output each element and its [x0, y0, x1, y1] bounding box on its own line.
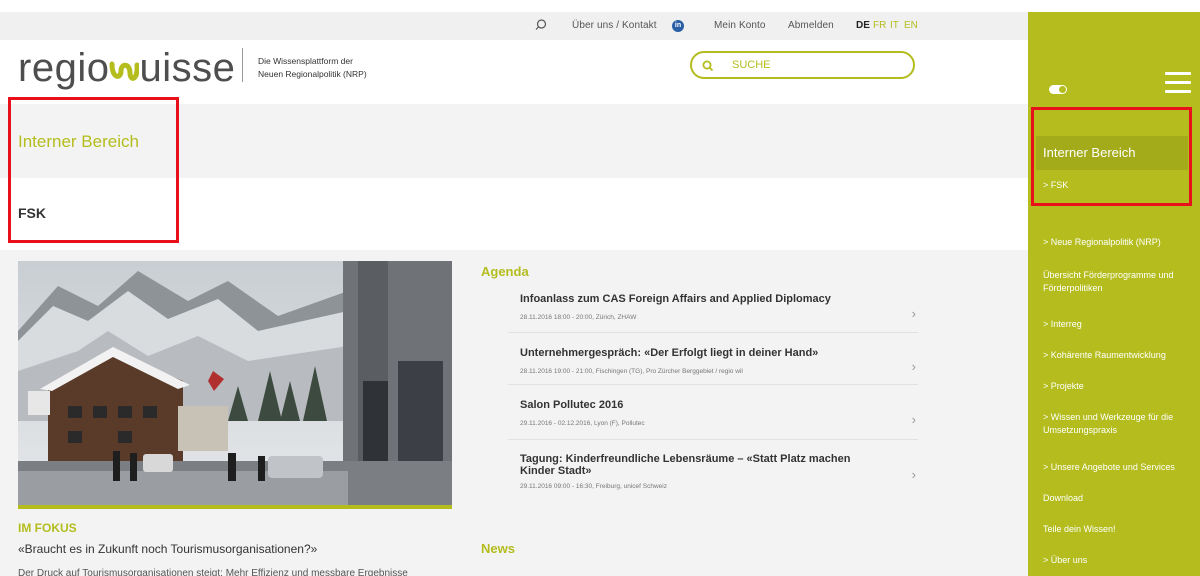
village-winter-photo [18, 261, 452, 505]
featured-photo[interactable] [18, 261, 452, 505]
agenda-item[interactable]: Infoanlass zum CAS Foreign Affairs and A… [508, 288, 918, 333]
highlight-box-right [1031, 107, 1192, 206]
agenda-item[interactable]: Tagung: Kinderfreundliche Lebensräume – … [508, 440, 918, 508]
lang-de[interactable]: DE [856, 20, 870, 31]
toggle-switch-icon[interactable] [1049, 85, 1067, 94]
agenda-item[interactable]: Unternehmergespräch: «Der Erfolgt liegt … [508, 333, 918, 385]
agenda-list: Infoanlass zum CAS Foreign Affairs and A… [508, 288, 918, 508]
site-logo[interactable]: regio uisse [18, 46, 235, 91]
nav-link-nrp[interactable]: > Neue Regionalpolitik (NRP) [1043, 236, 1161, 249]
nav-link-spatial-development[interactable]: > Kohärente Raumentwicklung [1043, 349, 1166, 362]
lang-it[interactable]: IT [890, 20, 899, 31]
chevron-right-icon: › [911, 467, 916, 482]
linkedin-icon[interactable]: in [672, 20, 684, 32]
menu-icon[interactable] [1165, 72, 1191, 96]
agenda-item-title: Salon Pollutec 2016 [520, 399, 624, 411]
logo-text-uisse: uisse [139, 46, 236, 90]
logout-link[interactable]: Abmelden [788, 20, 834, 31]
search-box[interactable] [690, 51, 915, 79]
chevron-right-icon: › [911, 359, 916, 374]
highlight-box-left [8, 97, 179, 243]
logo-divider [242, 48, 243, 82]
nav-link-projects[interactable]: > Projekte [1043, 380, 1084, 393]
tagline-line-2: Neuen Regionalpolitik (NRP) [258, 69, 367, 79]
tagline: Die Wissensplattform der Neuen Regionalp… [258, 55, 367, 81]
search-input[interactable] [732, 57, 902, 73]
lang-fr[interactable]: FR [873, 20, 886, 31]
nav-link-overview[interactable]: Übersicht Förderprogramme und Förderpoli… [1043, 269, 1193, 295]
my-account-link[interactable]: Mein Konto [714, 20, 766, 31]
logo-mark-icon [109, 61, 140, 81]
nav-link-about[interactable]: > Über uns [1043, 554, 1087, 567]
nav-link-download[interactable]: Download [1043, 492, 1083, 505]
focus-title[interactable]: «Braucht es in Zukunft noch Tourismusorg… [18, 542, 317, 556]
news-heading: News [481, 541, 515, 556]
chevron-right-icon: › [911, 306, 916, 321]
lang-en[interactable]: EN [904, 20, 918, 31]
top-utility-bar: Über uns / Kontakt in Mein Konto Abmelde… [0, 12, 1028, 40]
focus-kicker: IM FOKUS [18, 521, 77, 535]
agenda-heading: Agenda [481, 264, 529, 279]
photo-accent-bar [18, 505, 452, 509]
nav-link-offers-services[interactable]: > Unsere Angebote und Services [1043, 461, 1175, 474]
search-icon [702, 60, 714, 72]
agenda-item-title: Unternehmergespräch: «Der Erfolgt liegt … [520, 347, 819, 359]
chevron-right-icon: › [911, 412, 916, 427]
focus-teaser: Der Druck auf Tourismusorganisationen st… [18, 568, 408, 576]
agenda-item-meta: 29.11.2016 - 02.12.2016, Lyon (F), Pollu… [520, 420, 645, 427]
agenda-item-title: Tagung: Kinderfreundliche Lebensräume – … [520, 453, 851, 477]
nav-link-share-knowledge[interactable]: Teile dein Wissen! [1043, 523, 1116, 536]
agenda-item-meta: 28.11.2016 19:00 - 21:00, Fischingen (TG… [520, 368, 743, 375]
tagline-line-1: Die Wissensplattform der [258, 56, 353, 66]
agenda-item-meta: 28.11.2016 18:00 - 20:00, Zürich, ZHAW [520, 314, 637, 321]
search-icon[interactable] [535, 19, 547, 31]
about-contact-link[interactable]: Über uns / Kontakt [572, 20, 657, 31]
nav-link-knowledge-tools[interactable]: > Wissen und Werkzeuge für die Umsetzung… [1043, 411, 1193, 437]
nav-link-interreg[interactable]: > Interreg [1043, 318, 1082, 331]
agenda-item[interactable]: Salon Pollutec 2016 29.11.2016 - 02.12.2… [508, 385, 918, 440]
agenda-item-meta: 29.11.2016 09:00 - 16:30, Freiburg, unic… [520, 483, 667, 490]
logo-text-regio: regio [18, 46, 110, 90]
agenda-item-title: Infoanlass zum CAS Foreign Affairs and A… [520, 293, 831, 305]
